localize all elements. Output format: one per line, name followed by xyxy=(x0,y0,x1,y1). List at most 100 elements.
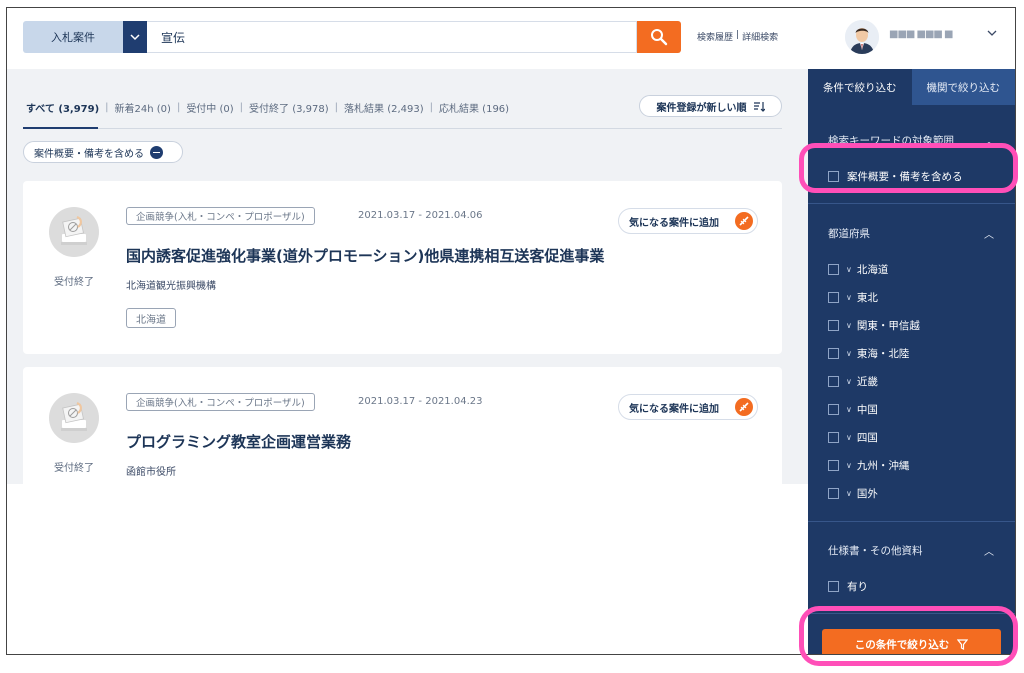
status-badge: 受付終了 xyxy=(54,277,94,288)
checkbox[interactable] xyxy=(828,581,839,592)
checkbox[interactable] xyxy=(828,320,839,331)
add-favorite-label: 気になる案件に追加 xyxy=(629,217,719,229)
application-period: 2021.03.17 - 2021.04.23 xyxy=(358,396,483,407)
chevron-down-icon[interactable]: ∨ xyxy=(846,265,852,274)
results-area: すべて (3,979) | 新着24h (0) | 受付中 (0) | 受付終了… xyxy=(7,69,808,484)
chevron-down-icon[interactable] xyxy=(987,30,997,37)
filter-tabs: 条件で絞り込む 機関で絞り込む xyxy=(808,69,1015,105)
favorite-add-icon xyxy=(735,398,753,416)
tab-award-results[interactable]: 落札結果 (2,493) xyxy=(341,100,427,115)
top-header: 入札案件 検索履歴 | 詳細検索 ■■■ ■■■ ■ xyxy=(7,8,1015,69)
spec-available-label: 有り xyxy=(847,581,868,593)
tab-bid-results[interactable]: 応札結果 (196) xyxy=(436,100,512,115)
tab-separator: | xyxy=(176,102,181,113)
region-option-tohoku[interactable]: ∨ 東北 xyxy=(828,290,878,305)
avatar[interactable] xyxy=(845,20,879,54)
user-avatar-icon xyxy=(845,20,879,54)
status-tabs: すべて (3,979) | 新着24h (0) | 受付中 (0) | 受付終了… xyxy=(23,100,512,115)
chevron-down-icon[interactable]: ∨ xyxy=(846,405,852,414)
status-closed-icon xyxy=(49,207,99,257)
spec-available-option[interactable]: 有り xyxy=(828,579,868,594)
header-links: 検索履歴 | 詳細検索 xyxy=(697,30,778,43)
highlight-outline xyxy=(799,606,1018,666)
application-period: 2021.03.17 - 2021.04.06 xyxy=(358,210,483,221)
tab-all[interactable]: すべて (3,979) xyxy=(23,100,102,115)
case-card[interactable]: 受付終了 企画競争(入札・コンペ・プロポーザル) 2021.03.17 - 20… xyxy=(23,181,782,354)
sort-icon xyxy=(753,101,765,112)
search-button[interactable] xyxy=(637,21,681,53)
case-title[interactable]: 国内誘客促進強化事業(道外プロモーション)他県連携相互送客促進事業 xyxy=(126,245,604,266)
category-dropdown-toggle[interactable] xyxy=(123,21,147,53)
prefecture-heading[interactable]: 都道府県 xyxy=(828,226,870,241)
add-favorite-button[interactable]: 気になる案件に追加 xyxy=(618,394,758,420)
region-option-kyushu[interactable]: ∨ 九州・沖縄 xyxy=(828,458,909,473)
region-tag: 北海道 xyxy=(126,308,176,328)
case-title[interactable]: プログラミング教室企画運営業務 xyxy=(126,431,351,452)
app-window: 入札案件 検索履歴 | 詳細検索 ■■■ ■■■ ■ xyxy=(6,7,1016,655)
section-divider xyxy=(808,521,1015,522)
region-label: 北海道 xyxy=(856,264,889,276)
region-option-overseas[interactable]: ∨ 国外 xyxy=(828,486,878,501)
tab-separator: | xyxy=(334,102,339,113)
chevron-down-icon[interactable]: ∨ xyxy=(846,433,852,442)
checkbox[interactable] xyxy=(828,348,839,359)
checkbox[interactable] xyxy=(828,460,839,471)
chevron-down-icon[interactable]: ∨ xyxy=(846,293,852,302)
tab-separator: | xyxy=(105,102,109,113)
organization-name: 函館市役所 xyxy=(126,467,176,478)
case-card[interactable]: 受付終了 企画競争(入札・コンペ・プロポーザル) 2021.03.17 - 20… xyxy=(23,367,782,484)
add-favorite-button[interactable]: 気になる案件に追加 xyxy=(618,208,758,234)
chevron-up-icon[interactable]: ︿ xyxy=(984,226,994,241)
category-label: 入札案件 xyxy=(51,31,95,44)
tab-separator: | xyxy=(239,102,244,113)
tab-filter-by-conditions[interactable]: 条件で絞り込む xyxy=(808,69,912,105)
checkbox[interactable] xyxy=(828,404,839,415)
section-divider xyxy=(808,203,1015,204)
search-icon xyxy=(651,29,668,46)
search-history-link[interactable]: 検索履歴 xyxy=(697,30,733,43)
category-select[interactable]: 入札案件 xyxy=(23,21,123,53)
chevron-down-icon[interactable]: ∨ xyxy=(846,461,852,470)
tabs-divider xyxy=(98,128,782,129)
region-option-kanto[interactable]: ∨ 関東・甲信越 xyxy=(828,318,920,333)
region-label: 四国 xyxy=(856,432,878,444)
favorite-add-icon xyxy=(735,212,753,230)
region-option-chugoku[interactable]: ∨ 中国 xyxy=(828,402,878,417)
status-badge: 受付終了 xyxy=(54,463,94,474)
procurement-type-tag: 企画競争(入札・コンペ・プロポーザル) xyxy=(126,393,315,411)
checkbox[interactable] xyxy=(828,376,839,387)
checkbox[interactable] xyxy=(828,264,839,275)
advanced-search-link[interactable]: 詳細検索 xyxy=(742,30,778,43)
remove-circle-icon[interactable] xyxy=(150,145,163,159)
search-input[interactable] xyxy=(147,21,637,53)
region-label: 中国 xyxy=(856,404,878,416)
username: ■■■ ■■■ ■ xyxy=(889,29,953,40)
tab-closed[interactable]: 受付終了 (3,978) xyxy=(246,100,332,115)
region-option-shikoku[interactable]: ∨ 四国 xyxy=(828,430,878,445)
region-option-kinki[interactable]: ∨ 近畿 xyxy=(828,374,878,389)
chevron-down-icon[interactable]: ∨ xyxy=(846,489,852,498)
blank-area xyxy=(7,484,808,654)
spec-documents-heading[interactable]: 仕様書・その他資料 xyxy=(828,543,923,558)
include-summary-chip[interactable]: 案件概要・備考を含める xyxy=(23,141,183,163)
tab-new-24h[interactable]: 新着24h (0) xyxy=(112,100,174,115)
checkbox[interactable] xyxy=(828,292,839,303)
chevron-up-icon[interactable]: ︿ xyxy=(984,543,994,558)
region-label: 九州・沖縄 xyxy=(856,460,910,472)
region-option-hokkaido[interactable]: ∨ 北海道 xyxy=(828,262,888,277)
region-label: 国外 xyxy=(856,488,878,500)
checkbox[interactable] xyxy=(828,432,839,443)
add-favorite-label: 気になる案件に追加 xyxy=(629,403,719,415)
chevron-down-icon[interactable]: ∨ xyxy=(846,377,852,386)
tab-filter-by-agency[interactable]: 機関で絞り込む xyxy=(911,69,1015,105)
sort-label: 案件登録が新しい順 xyxy=(656,102,747,114)
sort-button[interactable]: 案件登録が新しい順 xyxy=(639,95,782,117)
include-summary-label: 案件概要・備考を含める xyxy=(34,148,144,160)
region-option-tokai[interactable]: ∨ 東海・北陸 xyxy=(828,346,909,361)
tab-accepting[interactable]: 受付中 (0) xyxy=(183,100,236,115)
chevron-down-icon[interactable]: ∨ xyxy=(846,321,852,330)
highlight-outline xyxy=(799,143,1018,193)
chevron-down-icon[interactable]: ∨ xyxy=(846,349,852,358)
checkbox[interactable] xyxy=(828,488,839,499)
procurement-type-tag: 企画競争(入札・コンペ・プロポーザル) xyxy=(126,207,315,225)
